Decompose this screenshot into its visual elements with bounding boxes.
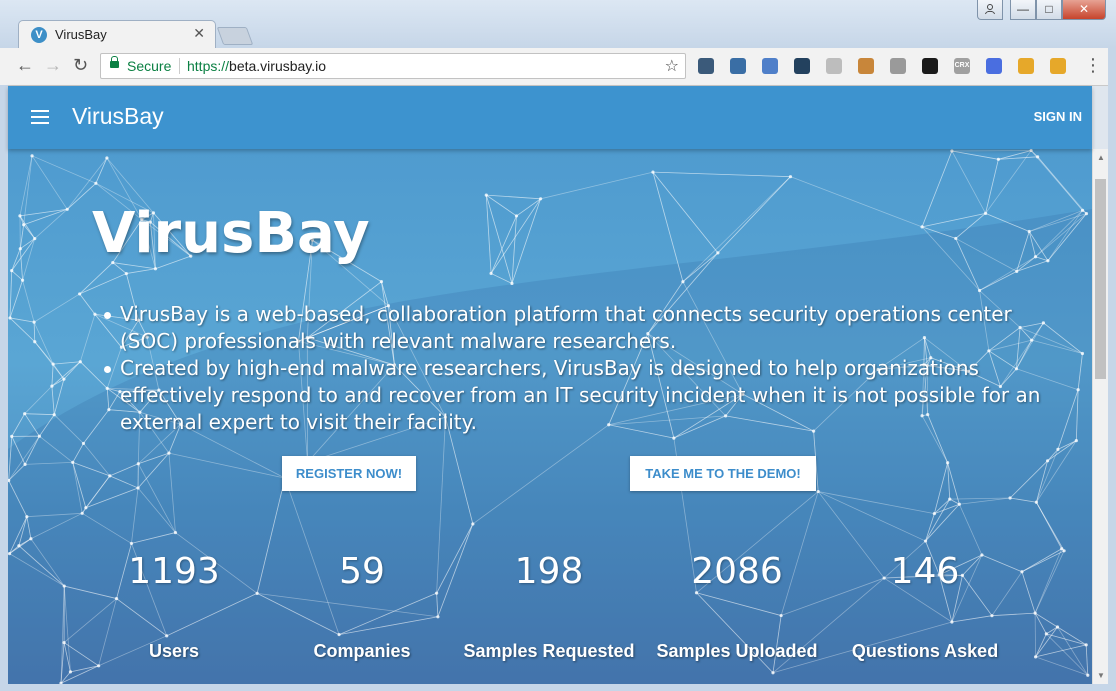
back-arrow-icon[interactable]: ←	[16, 55, 34, 76]
address-separator	[179, 58, 180, 74]
lock-icon	[110, 56, 119, 68]
check-icon[interactable]	[986, 58, 1002, 74]
window-frame-bottom	[0, 684, 1116, 691]
maximize-button[interactable]: □	[1036, 0, 1062, 20]
new-tab-button[interactable]	[216, 27, 254, 45]
register-now-button[interactable]: REGISTER NOW!	[282, 456, 416, 491]
hero-section: VirusBay VirusBay is a web-based, collab…	[8, 149, 1092, 684]
window-titlebar: V VirusBay ✕ — □ ✕	[0, 0, 1116, 49]
hamburger-menu-icon[interactable]	[31, 110, 49, 128]
security-label: Secure	[127, 58, 172, 74]
app-bar: VirusBay SIGN IN	[8, 86, 1092, 149]
browser-toolbar: ← → ↻ Secure https://beta.virusbay.io ☆ …	[0, 48, 1116, 86]
profile-icon[interactable]	[977, 0, 1003, 20]
url-host: beta.virusbay.io	[229, 58, 327, 74]
sign-in-button[interactable]: SIGN IN	[1034, 109, 1082, 124]
window-frame-left	[0, 85, 8, 691]
url-text[interactable]: https://beta.virusbay.io	[187, 58, 326, 74]
stat-label: Samples Uploaded	[656, 641, 818, 661]
reload-icon[interactable]: ↻	[73, 55, 88, 76]
edit-icon[interactable]	[1050, 58, 1066, 74]
scrollbar-thumb[interactable]	[1095, 179, 1106, 379]
address-bar[interactable]: Secure https://beta.virusbay.io ☆	[100, 53, 686, 79]
stat-value: 2086	[691, 551, 783, 592]
stat-value: 146	[890, 551, 960, 592]
virusbay-favicon-icon: V	[31, 27, 47, 43]
close-window-button[interactable]: ✕	[1062, 0, 1106, 20]
stat-value: 198	[514, 551, 584, 592]
hero-title: VirusBay	[92, 201, 370, 266]
description-bullet: VirusBay is a web-based, collaboration p…	[104, 301, 1050, 355]
eyedropper-icon[interactable]	[698, 58, 714, 74]
brand-title[interactable]: VirusBay	[72, 103, 164, 130]
bookmark-star-icon[interactable]: ☆	[665, 56, 679, 76]
pin-icon[interactable]	[890, 58, 906, 74]
stat-value: 1193	[128, 551, 220, 592]
stat-label: Users	[148, 641, 200, 661]
description-bullet: Created by high-end malware researchers,…	[104, 355, 1050, 436]
forward-arrow-icon[interactable]: →	[44, 55, 62, 76]
flame-icon[interactable]	[730, 58, 746, 74]
browser-menu-icon[interactable]: ⋮	[1084, 55, 1102, 76]
scroll-down-icon[interactable]: ▼	[1097, 671, 1105, 680]
page-scrollbar[interactable]: ▲ ▼	[1092, 149, 1108, 684]
stat-value: 59	[339, 551, 385, 592]
hero-description: VirusBay is a web-based, collaboration p…	[100, 301, 1050, 436]
scroll-up-icon[interactable]: ▲	[1097, 153, 1105, 162]
target-icon[interactable]	[922, 58, 938, 74]
stat-label: Samples Requested	[463, 641, 635, 661]
tab-title: VirusBay	[55, 27, 107, 42]
lock-extension-icon[interactable]	[858, 58, 874, 74]
stat-label: Companies	[313, 641, 411, 661]
demo-button[interactable]: TAKE ME TO THE DEMO!	[630, 456, 816, 491]
browser-tab[interactable]: V VirusBay ✕	[18, 20, 216, 49]
crx-icon[interactable]: CRX	[954, 58, 970, 74]
camera-icon[interactable]	[794, 58, 810, 74]
calendar-icon[interactable]	[762, 58, 778, 74]
info-icon[interactable]	[826, 58, 842, 74]
minimize-button[interactable]: —	[1010, 0, 1036, 20]
stat-label: Questions Asked	[851, 641, 999, 661]
window-icon[interactable]	[1018, 58, 1034, 74]
url-scheme: https://	[187, 58, 230, 74]
tab-close-icon[interactable]: ✕	[193, 25, 205, 42]
window-frame-right	[1108, 48, 1116, 691]
